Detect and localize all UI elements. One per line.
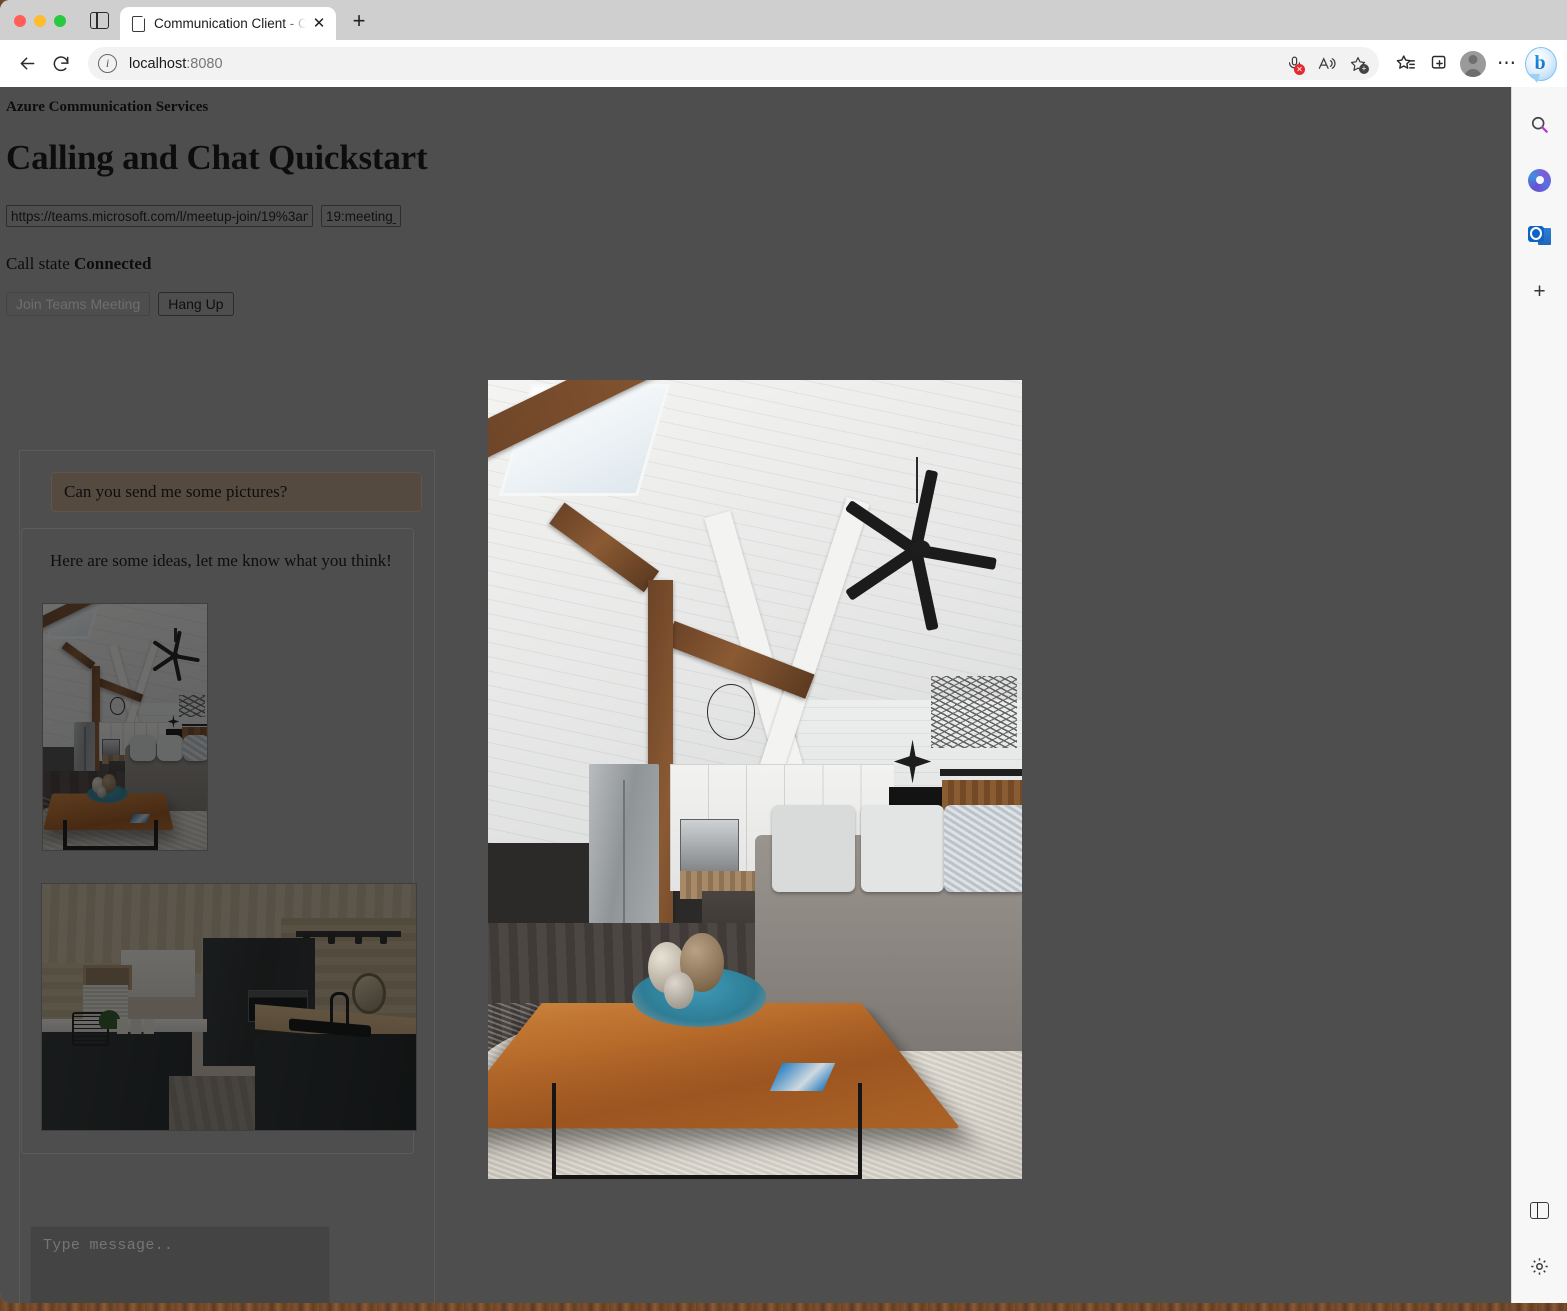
message-input[interactable] (30, 1226, 330, 1303)
hang-up-button[interactable]: Hang Up (158, 292, 234, 316)
back-button[interactable] (10, 47, 44, 81)
page-title: Calling and Chat Quickstart (6, 138, 428, 177)
close-window-button[interactable] (14, 15, 26, 27)
add-favorite-icon[interactable]: + (1343, 49, 1373, 79)
brand-label: Azure Communication Services (6, 99, 209, 115)
outlook-glyph (1528, 225, 1551, 247)
thumbnail-dim-overlay (42, 884, 416, 1130)
panel-layout-icon (89, 11, 109, 29)
document-favicon-icon (132, 15, 146, 32)
toggle-sidebar-icon[interactable] (1521, 1191, 1559, 1229)
sidebar-bottom-actions (1512, 1191, 1567, 1285)
browser-tab[interactable]: Communication Client - Calling ✕ (120, 7, 336, 40)
sidebar-settings-icon[interactable] (1521, 1247, 1559, 1285)
site-info-icon[interactable]: i (98, 54, 117, 73)
web-page: Azure Communication Services Calling and… (0, 87, 1511, 1303)
omnibox-actions: ✕ + (1279, 47, 1373, 80)
outlook-icon[interactable] (1521, 217, 1559, 255)
chat-message-received: Here are some ideas, let me know what yo… (21, 528, 417, 1154)
main-video-stream[interactable] (488, 380, 1022, 1179)
favorites-icon[interactable] (1389, 48, 1421, 80)
browser-tab-title: Communication Client - Calling (154, 16, 306, 31)
attachment-thumbnail-living-room[interactable] (42, 603, 208, 851)
avatar (1460, 50, 1486, 77)
chat-message-sent: Can you send me some pictures? (51, 472, 422, 512)
browser-toolbar: i localhost:8080 ✕ + ⋯ b (0, 40, 1567, 87)
bing-chat-icon: b (1525, 46, 1557, 83)
url-host: localhost (129, 55, 187, 72)
call-buttons: Join Teams Meeting Hang Up (0, 274, 1511, 316)
chat-messages-list: Can you send me some pictures? Here are … (20, 451, 434, 1154)
bing-chat-button[interactable]: b (1525, 46, 1557, 83)
copilot-icon[interactable] (1521, 161, 1559, 199)
call-state-value: Connected (73, 254, 152, 273)
url-text: localhost:8080 (129, 56, 223, 72)
tab-actions-icon[interactable] (88, 10, 110, 30)
chat-compose-area: Send (30, 1226, 426, 1303)
browser-actions: ⋯ b (1385, 46, 1557, 83)
add-favorite-plus-badge: + (1359, 63, 1369, 74)
new-tab-button[interactable]: + (344, 6, 374, 36)
teams-meeting-link-input[interactable] (6, 205, 313, 227)
teams-meeting-id-input[interactable] (321, 205, 401, 227)
close-tab-icon[interactable]: ✕ (310, 15, 328, 33)
living-room-artwork (488, 380, 1022, 1179)
microphone-muted-icon[interactable]: ✕ (1279, 49, 1309, 79)
browser-viewport: Azure Communication Services Calling and… (0, 87, 1567, 1303)
chat-panel: Can you send me some pictures? Here are … (19, 450, 435, 1303)
more-options-button[interactable]: ⋯ (1491, 48, 1523, 80)
meeting-inputs-row (0, 178, 1511, 227)
join-teams-meeting-button[interactable]: Join Teams Meeting (6, 292, 151, 316)
reload-button[interactable] (44, 47, 78, 81)
call-state-row: Call state Connected (0, 227, 1511, 274)
microphone-blocked-badge: ✕ (1294, 63, 1305, 75)
maximize-window-button[interactable] (54, 15, 66, 27)
copilot-glyph (1528, 168, 1551, 192)
browser-sidebar: + (1511, 87, 1567, 1303)
minimize-window-button[interactable] (34, 15, 46, 27)
url-port: :8080 (186, 55, 223, 72)
profile-avatar[interactable] (1457, 48, 1489, 80)
collections-icon[interactable] (1423, 48, 1455, 80)
chat-message-text: Can you send me some pictures? (64, 482, 288, 501)
thumbnail-dim-overlay (43, 604, 207, 850)
address-bar[interactable]: i localhost:8080 ✕ + (88, 47, 1379, 80)
browser-tab-bar: Communication Client - Calling ✕ + (0, 0, 1567, 40)
chat-message-text: Here are some ideas, let me know what yo… (50, 551, 392, 570)
panel-layout-icon (1530, 1201, 1549, 1219)
attachment-thumbnail-kitchen[interactable] (41, 883, 417, 1131)
search-icon[interactable] (1521, 105, 1559, 143)
read-aloud-icon[interactable] (1311, 49, 1341, 79)
add-sidebar-app-icon[interactable]: + (1521, 273, 1559, 311)
call-state-label: Call state (6, 254, 70, 273)
browser-window: Communication Client - Calling ✕ + i loc… (0, 0, 1567, 1303)
window-traffic-lights (0, 15, 66, 40)
